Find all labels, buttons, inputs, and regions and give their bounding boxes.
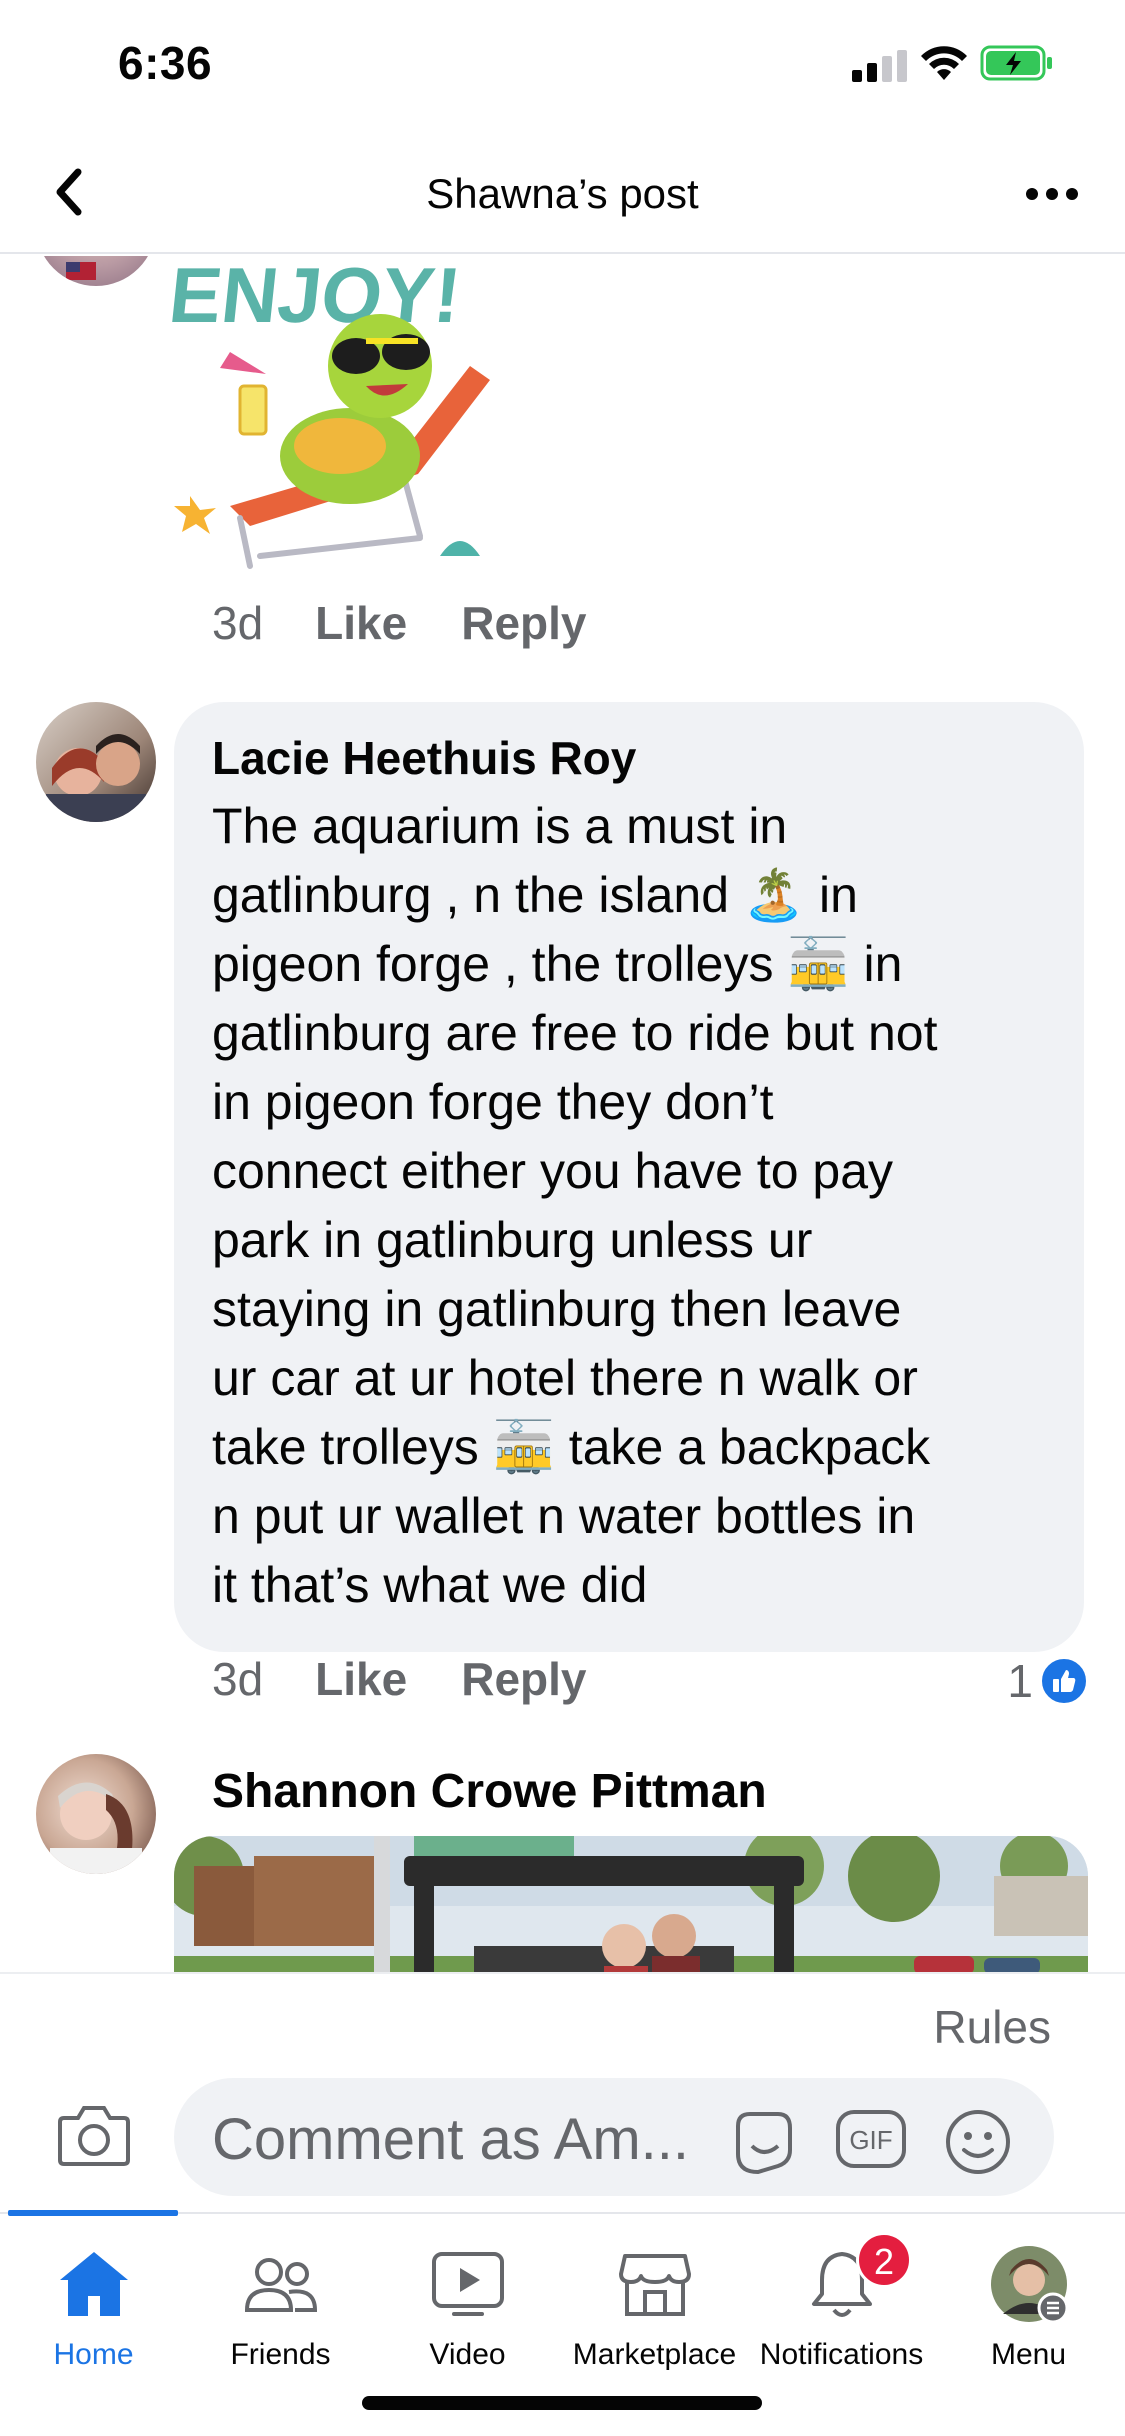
comment-composer: Rules Comment as Am... GIF xyxy=(0,1972,1125,2212)
page-title: Shawna’s post xyxy=(426,170,699,217)
comment-text: The aquarium is a must in gatlinburg , n… xyxy=(212,797,938,1613)
comment-actions: 3d Like Reply xyxy=(212,596,640,650)
gif-icon[interactable]: GIF xyxy=(834,2106,908,2172)
utv-photo xyxy=(174,1836,1088,1972)
video-icon xyxy=(431,2252,504,2316)
tab-friends[interactable]: Friends xyxy=(187,2214,374,2414)
marketplace-icon xyxy=(618,2254,691,2316)
reply-button[interactable]: Reply xyxy=(461,1652,586,1706)
enjoy-turtle-sticker: ENJOY! xyxy=(170,256,490,569)
notification-badge: 2 xyxy=(856,2232,912,2288)
status-time: 6:36 xyxy=(118,37,213,89)
home-icon xyxy=(59,2252,128,2316)
avatar-sticker-icon[interactable] xyxy=(728,2106,800,2178)
avatar[interactable] xyxy=(36,256,156,286)
emoji-icon[interactable] xyxy=(942,2106,1014,2178)
tab-label: Friends xyxy=(230,2338,331,2371)
avatar-photo xyxy=(66,262,96,280)
comment-input[interactable]: Comment as Am... GIF xyxy=(174,2078,1054,2196)
tab-video[interactable]: Video xyxy=(374,2214,561,2414)
comment-photo[interactable] xyxy=(174,1836,1088,1972)
status-bar: 6:36 xyxy=(0,0,1125,130)
tab-menu[interactable]: Menu xyxy=(935,2214,1122,2414)
avatar[interactable] xyxy=(36,702,156,822)
post-header: Shawna’s post xyxy=(0,130,1125,254)
more-options-icon[interactable] xyxy=(1022,174,1082,214)
avatar-photo xyxy=(46,734,146,822)
reaction-count: 1 xyxy=(1007,1655,1033,1707)
friends-icon xyxy=(244,2258,317,2312)
comment-timestamp: 3d xyxy=(212,1653,264,1705)
profile-menu-icon xyxy=(990,2246,1068,2324)
reaction-summary[interactable]: 1 xyxy=(1007,1654,1089,1708)
rules-link[interactable]: Rules xyxy=(933,2000,1051,2054)
tab-label: Menu xyxy=(990,2338,1067,2371)
like-button[interactable]: Like xyxy=(315,596,407,650)
comment-bubble[interactable]: Lacie Heethuis Roy The aquarium is a mus… xyxy=(174,702,1084,1652)
comments-feed[interactable]: ENJOY! 3d Like Reply Lacie Heethuis Roy … xyxy=(0,256,1125,1972)
wifi-icon xyxy=(921,46,967,80)
sticker-text: ENJOY! xyxy=(170,256,465,339)
avatar[interactable] xyxy=(36,1754,156,1874)
comment-placeholder: Comment as Am... xyxy=(212,2107,690,2172)
like-button[interactable]: Like xyxy=(315,1652,407,1706)
tab-notifications[interactable]: 2 Notifications xyxy=(748,2214,935,2414)
tab-marketplace[interactable]: Marketplace xyxy=(561,2214,748,2414)
tab-home[interactable]: Home xyxy=(0,2214,187,2414)
comment-author[interactable]: Shannon Crowe Pittman xyxy=(212,1764,767,1819)
home-indicator[interactable] xyxy=(362,2396,762,2410)
thumbs-up-icon xyxy=(1039,1656,1089,1706)
tab-label: Video xyxy=(429,2338,506,2371)
tab-label: Home xyxy=(53,2338,134,2371)
comment-actions: 3d Like Reply xyxy=(212,1652,640,1706)
avatar-photo xyxy=(50,1782,142,1874)
comment-author[interactable]: Lacie Heethuis Roy xyxy=(212,730,1046,788)
tab-label: Notifications xyxy=(759,2338,924,2371)
camera-icon[interactable] xyxy=(56,2102,132,2168)
battery-icon xyxy=(980,45,1052,81)
svg-text:GIF: GIF xyxy=(849,2125,892,2155)
tab-label: Marketplace xyxy=(572,2338,737,2371)
comment-timestamp: 3d xyxy=(212,597,264,649)
cellular-signal-icon xyxy=(852,50,907,82)
reply-button[interactable]: Reply xyxy=(461,596,586,650)
